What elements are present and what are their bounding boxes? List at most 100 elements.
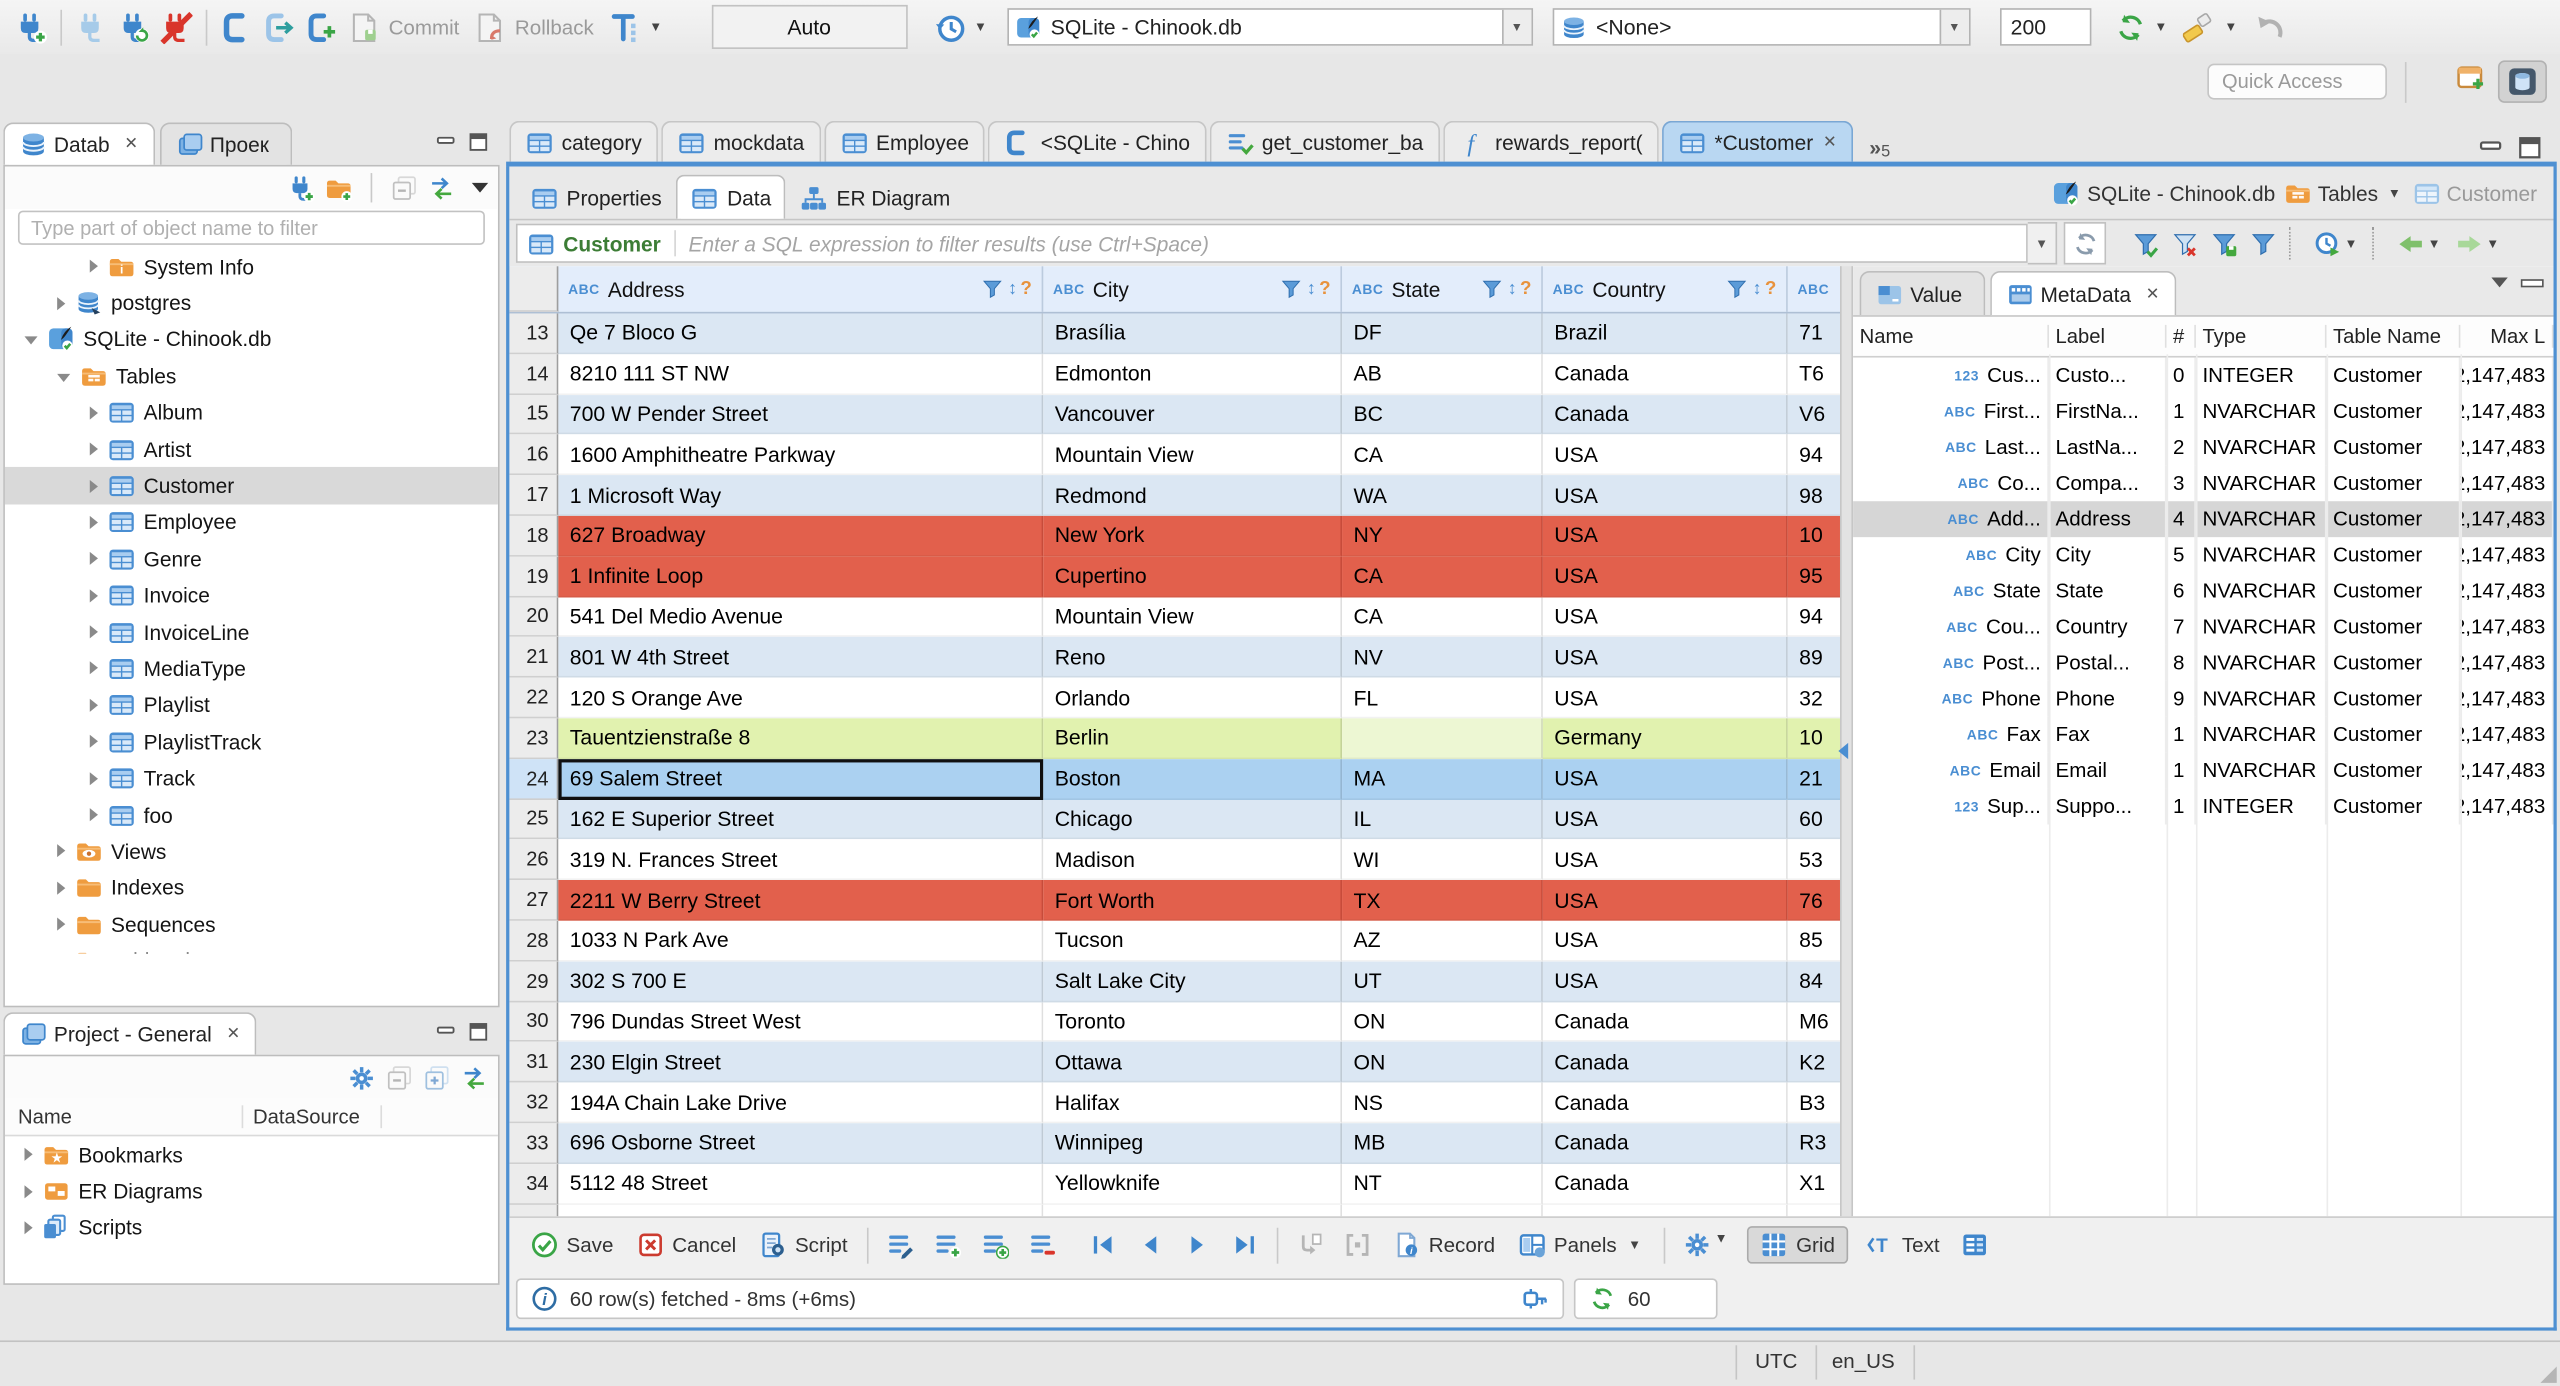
expand-arrow-icon[interactable] (89, 259, 98, 273)
expand-arrow-icon[interactable] (24, 1184, 33, 1198)
last-row-icon[interactable] (1231, 1231, 1259, 1259)
grid-cell[interactable]: USA (1542, 596, 1788, 638)
breadcrumb-sqlite-chinook-db[interactable]: SQLite - Chinook.db (2053, 179, 2275, 207)
tab-project-general[interactable]: Project - General ✕ (3, 1012, 257, 1055)
connect-icon[interactable] (75, 11, 108, 44)
row-number[interactable]: 17 (509, 475, 559, 516)
editor-tab-category[interactable]: category (509, 120, 659, 162)
filter-help-icon[interactable]: ? (1765, 279, 1776, 299)
collapse-panel-icon[interactable] (1838, 742, 1849, 760)
table-row[interactable]: 27 2211 W Berry Street Fort Worth TX USA 76 (509, 880, 1840, 921)
grid-cell[interactable]: Fort Worth (1043, 880, 1343, 921)
previous-row-icon[interactable] (1137, 1231, 1165, 1259)
grid-cell[interactable]: NS (1342, 1082, 1543, 1124)
refresh-count-box[interactable]: 60 (1573, 1278, 1718, 1320)
grid-cell[interactable]: USA (1542, 758, 1788, 800)
grid-cell[interactable]: K2 (1787, 1042, 1840, 1083)
grid-cell[interactable]: Canada (1542, 1082, 1788, 1124)
open-perspective-button[interactable] (2456, 60, 2489, 93)
editor-tab-employee[interactable]: Employee (823, 120, 986, 162)
close-icon[interactable]: ✕ (124, 136, 138, 154)
tab-value[interactable]: Value (1859, 271, 1985, 316)
expand-arrow-icon[interactable] (57, 373, 71, 382)
row-number[interactable]: 20 (509, 596, 559, 638)
grid-cell[interactable]: Toronto (1043, 1001, 1343, 1043)
table-row[interactable]: 24 69 Salem Street Boston MA USA 21 (509, 758, 1840, 800)
grid-cell[interactable]: 801 W 4th Street (558, 637, 1044, 678)
settings-gear-icon[interactable] (348, 1064, 376, 1092)
expand-arrow-icon[interactable] (57, 917, 66, 931)
link-with-editor-icon[interactable] (428, 174, 456, 202)
new-connection-icon[interactable] (287, 174, 315, 202)
metadata-row[interactable]: 123 Cus... Custo... 0 INTEGER Customer 2,147,4… (1853, 357, 2554, 394)
apply-filter-icon[interactable] (2132, 229, 2160, 257)
grid-view-toggle[interactable]: Grid (1747, 1226, 1848, 1264)
next-row-icon[interactable] (1184, 1231, 1212, 1259)
text-view-toggle[interactable]: T Text (1866, 1231, 1940, 1259)
sort-icon[interactable]: ↕ (1753, 279, 1762, 299)
tree-item-system-info[interactable]: i System Info (5, 248, 498, 285)
panel-splitter[interactable] (1838, 266, 1854, 1217)
connection-select[interactable]: SQLite - Chinook.db ▼ (1006, 8, 1533, 46)
grid-cell[interactable]: 60 (1787, 799, 1840, 840)
duplicate-row-icon[interactable] (981, 1231, 1010, 1259)
erase-icon[interactable] (2183, 11, 2217, 44)
view-menu-icon[interactable] (2491, 277, 2508, 288)
erase-dropdown-icon[interactable]: ▼ (2224, 20, 2237, 35)
table-row[interactable]: 31 230 Elgin Street Ottawa ON Canada K2 (509, 1042, 1840, 1083)
table-row[interactable]: 33 696 Osborne Street Winnipeg MB Canada R3 (509, 1123, 1840, 1164)
expand-arrow-icon[interactable] (89, 808, 98, 822)
locale-indicator[interactable]: en_US (1832, 1350, 1895, 1373)
expand-arrow-icon[interactable] (89, 771, 98, 785)
reconnect-icon[interactable] (118, 11, 151, 44)
grid-cell[interactable]: 302 S 700 E (558, 961, 1044, 1002)
breadcrumb-tables[interactable]: Tables ▼ (2283, 179, 2404, 207)
grid-cell[interactable]: Edmonton (1043, 353, 1343, 395)
expand-arrow-icon[interactable] (89, 698, 98, 712)
grid-cell[interactable]: 8210 111 ST NW (558, 353, 1044, 395)
metadata-row[interactable]: ABC Add... Address 4 NVARCHAR Customer 2,147,4… (1853, 501, 2554, 538)
column-header-state[interactable]: ABC State ↕? (1342, 266, 1543, 312)
expand-all-icon[interactable] (423, 1064, 451, 1092)
grid-cell[interactable]: MA (1342, 758, 1543, 800)
table-row[interactable]: 25 162 E Superior Street Chicago IL USA 60 (509, 799, 1840, 840)
grid-cell[interactable]: Qe 7 Bloco G (558, 313, 1044, 354)
row-number[interactable]: 31 (509, 1042, 559, 1083)
meta-column--[interactable]: # (2167, 324, 2196, 348)
transaction-mode-icon[interactable] (608, 11, 641, 44)
grid-cell[interactable]: Canada (1542, 1123, 1788, 1164)
expand-arrow-icon[interactable] (24, 1148, 33, 1162)
grid-cell[interactable]: 162 E Superior Street (558, 799, 1044, 840)
grid-cell[interactable]: Mountain View (1043, 434, 1343, 476)
grid-cell[interactable]: Brazil (1542, 313, 1788, 354)
metadata-row[interactable]: ABC Last... LastNa... 2 NVARCHAR Customer 2,14… (1853, 429, 2554, 466)
grid-cell[interactable]: 10 (1787, 515, 1840, 557)
metadata-row[interactable]: ABC First... FirstNa... 1 NVARCHAR Customer 2,… (1853, 393, 2554, 430)
filter-history-dropdown-icon[interactable]: ▼ (2027, 222, 2058, 265)
edit-cell-icon[interactable] (887, 1231, 915, 1259)
grid-cell[interactable]: TX (1342, 880, 1543, 921)
maximize-icon[interactable] (467, 131, 490, 154)
filter-icon[interactable] (1726, 278, 1749, 301)
row-number[interactable]: 28 (509, 920, 559, 962)
grid-cell[interactable]: New York (1043, 515, 1343, 557)
expand-arrow-icon[interactable] (57, 844, 66, 858)
grid-cell[interactable]: CA (1342, 596, 1543, 638)
row-number[interactable]: 14 (509, 353, 559, 395)
filter-icon[interactable] (982, 278, 1005, 301)
panels-button[interactable]: Panels ▼ (1518, 1231, 1644, 1259)
grid-cell[interactable]: USA (1542, 515, 1788, 557)
fetch-previous-icon[interactable]: ▼ (2397, 229, 2444, 257)
column-header-country[interactable]: ABC Country ↕? (1543, 266, 1788, 312)
move-to-icon[interactable] (1297, 1231, 1325, 1259)
table-row[interactable]: 15 700 W Pender Street Vancouver BC Canada V6 (509, 394, 1840, 435)
open-sql-console-icon[interactable] (263, 11, 296, 44)
grid-cell[interactable]: Canada (1542, 353, 1788, 395)
history-icon[interactable] (933, 11, 966, 44)
tree-item-indexes[interactable]: Indexes (5, 870, 498, 907)
row-number[interactable]: 26 (509, 839, 559, 881)
row-number[interactable]: 29 (509, 961, 559, 1002)
sort-icon[interactable]: ↕ (1307, 279, 1316, 299)
meta-column-max-l[interactable]: Max L (2460, 324, 2554, 348)
row-number[interactable]: 21 (509, 637, 559, 678)
